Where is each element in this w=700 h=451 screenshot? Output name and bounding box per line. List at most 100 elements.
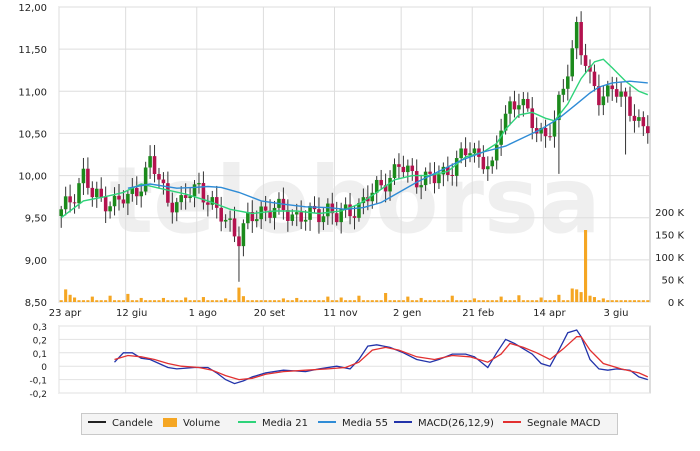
legend-item-volume[interactable]: Volume <box>163 417 220 430</box>
candle-body <box>219 207 223 222</box>
volume-bar <box>450 295 454 302</box>
candle-body <box>303 219 308 222</box>
candle-body <box>81 168 86 184</box>
volume-bar <box>548 300 552 302</box>
volume-bar <box>90 296 94 302</box>
candle-body <box>601 96 606 106</box>
candle-body <box>294 212 299 215</box>
candle-body <box>561 88 566 95</box>
candle-body <box>472 148 477 154</box>
candle-body <box>197 182 201 185</box>
volume-bar <box>286 300 290 302</box>
candle-body <box>139 191 143 197</box>
volume-bar <box>108 295 112 302</box>
volume-bar <box>481 300 485 302</box>
volume-bar <box>72 297 77 302</box>
candle-body <box>632 115 637 121</box>
legend-swatch <box>88 421 106 423</box>
candle-body <box>232 218 237 237</box>
candle-body <box>637 117 641 121</box>
candle-body <box>237 236 241 247</box>
candle-body <box>223 219 228 222</box>
legend-item-media-55[interactable]: Media 55 <box>318 418 388 430</box>
legend-item-media-21[interactable]: Media 21 <box>238 418 308 430</box>
volume-bar <box>535 300 539 302</box>
volume-bar <box>86 300 90 302</box>
volume-bar <box>295 297 299 302</box>
candle-body <box>494 144 499 161</box>
volume-bar <box>175 300 179 302</box>
volume-bar <box>570 288 574 302</box>
candle-body <box>134 187 139 197</box>
date-tick-label: 20 set <box>254 308 285 319</box>
volume-bar <box>584 230 588 302</box>
volume-tick-label: 100 K <box>655 253 684 264</box>
volume-bar <box>508 300 512 302</box>
candle-body <box>334 213 339 223</box>
volume-bar <box>419 297 423 302</box>
volume-bar <box>446 300 450 302</box>
volume-bar <box>232 300 237 302</box>
candle-body <box>143 167 148 192</box>
volume-bar <box>184 297 188 302</box>
candle-body <box>241 223 246 247</box>
volume-bar <box>375 300 379 302</box>
price-tick-label: 8,50 <box>25 298 47 309</box>
volume-bar <box>144 300 148 302</box>
candle-body <box>512 101 517 110</box>
volume-bar <box>335 300 339 302</box>
volume-bar <box>348 300 352 302</box>
candle-body <box>619 91 623 97</box>
candle-body <box>570 48 575 77</box>
volume-bar <box>459 300 463 302</box>
legend-item-segnale-macd[interactable]: Segnale MACD <box>503 418 600 430</box>
volume-bar <box>59 300 63 302</box>
candle-body <box>610 85 615 90</box>
volume-bar <box>344 300 348 302</box>
volume-bar <box>321 300 325 302</box>
macd-tick-label: 0 <box>41 363 47 373</box>
candle-body <box>401 166 406 173</box>
candle-body <box>286 210 290 221</box>
candle-body <box>326 203 330 217</box>
volume-bar <box>601 298 605 302</box>
candle-body <box>94 188 99 198</box>
volume-bar <box>352 300 357 302</box>
macd-tick-label: -0,2 <box>29 390 47 400</box>
volume-bar <box>561 300 565 302</box>
volume-bar <box>104 300 108 302</box>
candle-body <box>228 218 232 220</box>
candle-body <box>579 22 583 56</box>
volume-bar <box>597 300 601 302</box>
volume-bar <box>304 300 308 302</box>
legend-swatch <box>318 421 336 423</box>
volume-bar <box>272 300 277 302</box>
volume-bar <box>290 300 294 302</box>
candle-body <box>206 202 210 205</box>
candle-body <box>606 85 610 97</box>
candle-body <box>148 156 152 168</box>
candle-body <box>521 98 526 106</box>
volume-bar <box>606 300 610 302</box>
legend-item-macd[interactable]: MACD(26,12,9) <box>394 418 494 430</box>
volume-bar <box>615 300 619 302</box>
volume-bar <box>121 300 125 302</box>
legend-item-candele[interactable]: Candele <box>88 418 153 430</box>
volume-bar <box>610 300 614 302</box>
volume-bar <box>201 297 205 302</box>
volume-bar <box>357 295 361 302</box>
volume-bar <box>592 297 597 302</box>
volume-bar <box>366 300 370 302</box>
candle-body <box>481 156 486 170</box>
date-tick-label: 23 apr <box>49 308 82 319</box>
volume-bar <box>437 300 441 302</box>
volume-bar <box>192 300 197 302</box>
candle-body <box>388 177 392 192</box>
volume-bar <box>619 300 623 302</box>
candle-body <box>86 168 90 188</box>
volume-bar <box>179 300 183 302</box>
volume-bar <box>499 296 503 302</box>
volume-bar <box>224 298 228 302</box>
volume-bar <box>455 300 459 302</box>
volume-bar <box>219 300 223 302</box>
